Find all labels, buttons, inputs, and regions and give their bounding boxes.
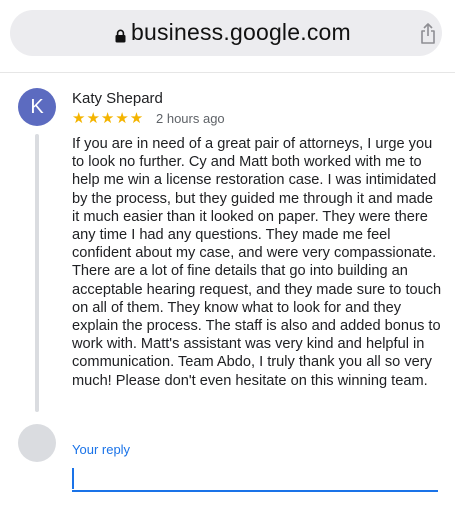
url-text[interactable]: business.google.com [131,19,351,46]
text-cursor [72,468,74,489]
review-text: If you are in need of a great pair of at… [72,136,442,389]
reply-label: Your reply [72,442,131,457]
review-timestamp: 2 hours ago [156,111,225,126]
reply-avatar [18,424,56,462]
page: business.google.com K Katy Shepard ★★★★★… [0,0,455,512]
lock-icon [115,29,126,43]
star-rating: ★★★★★ [72,110,145,127]
thread-line [35,134,39,412]
reviewer-name: Katy Shepard [72,90,163,107]
browser-toolbar: business.google.com [0,0,455,73]
share-icon[interactable] [419,23,437,45]
address-bar[interactable]: business.google.com [10,10,442,56]
reply-input[interactable] [72,464,438,492]
reviewer-avatar: K [18,88,56,126]
